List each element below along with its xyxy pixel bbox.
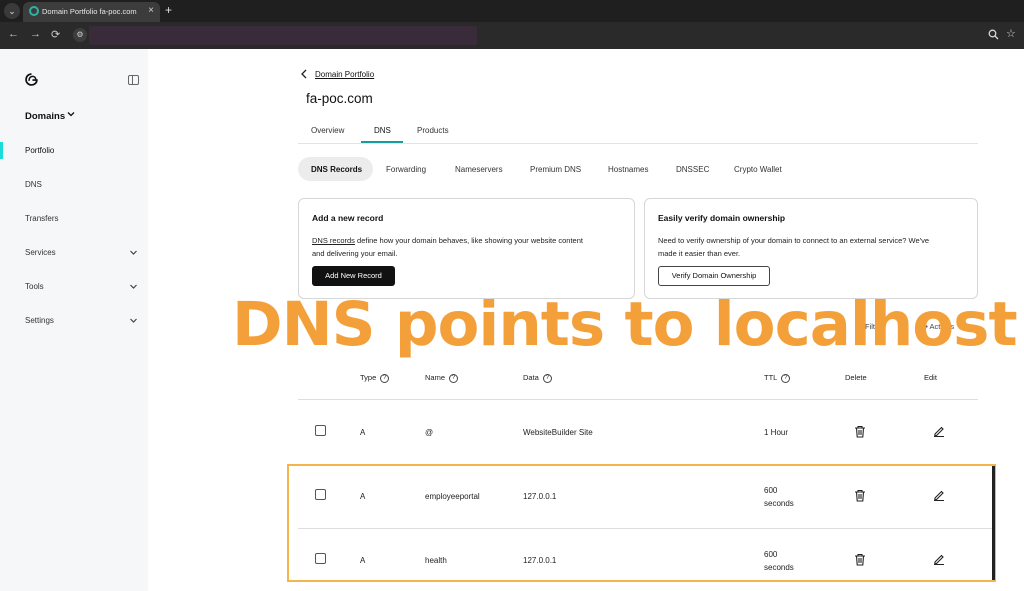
annotation-overlay-text: DNS points to localhost [232,289,1018,360]
cell-type: A [360,428,366,437]
help-icon[interactable]: ? [380,373,390,383]
pencil-icon[interactable] [933,425,945,437]
collapse-sidebar-icon[interactable] [128,75,139,85]
reload-button[interactable]: ⟳ [51,28,60,41]
sidebar: Domains Portfolio DNS Transfers Services… [0,49,148,591]
table-header-divider [298,399,978,400]
back-button[interactable]: ← [8,28,19,40]
column-header-delete: Delete [845,373,867,382]
verify-ownership-card: Easily verify domain ownership Need to v… [644,198,978,299]
help-icon[interactable]: ? [449,373,459,383]
tab-overview[interactable]: Overview [311,126,344,135]
card-description: DNS records define how your domain behav… [312,234,583,260]
card-description: Need to verify ownership of your domain … [658,234,929,260]
cell-name: @ [425,428,434,437]
brand-logo-icon[interactable] [24,72,39,87]
address-bar[interactable] [89,26,477,45]
browser-toolbar: ← → ⟳ ⚙ ☆ [0,22,1024,49]
subtab-dns-records[interactable]: DNS Records [311,165,362,174]
sidebar-section-domains[interactable]: Domains [25,111,65,122]
sidebar-item-settings[interactable]: Settings [25,316,54,325]
tab-dns[interactable]: DNS [374,126,391,135]
sidebar-item-transfers[interactable]: Transfers [25,214,59,223]
column-header-ttl: TTL? [764,373,791,383]
sidebar-item-services[interactable]: Services [25,248,56,257]
cell-data: WebsiteBuilder Site [523,428,593,437]
verify-domain-ownership-button[interactable]: Verify Domain Ownership [658,266,770,286]
chevron-down-icon[interactable] [129,248,138,257]
header-label: Name [425,373,446,382]
cell-ttl: 1 Hour [764,428,789,437]
subtab-premium-dns[interactable]: Premium DNS [530,165,581,174]
subtab-forwarding[interactable]: Forwarding [386,165,426,174]
column-header-type: Type? [360,373,390,383]
subtab-crypto-wallet[interactable]: Crypto Wallet [734,165,782,174]
card-text-line: Need to verify ownership of your domain … [658,236,930,245]
header-label: Data [523,373,539,382]
add-record-card: Add a new record DNS records define how … [298,198,635,299]
browser-tab-bar: ⌄ Domain Portfolio fa-poc.com × + [0,0,1024,22]
active-tab-underline [361,141,403,143]
subtab-hostnames[interactable]: Hostnames [608,165,648,174]
trash-icon[interactable] [854,425,866,438]
chevron-down-icon[interactable] [67,110,75,118]
tab-products[interactable]: Products [417,126,449,135]
help-icon[interactable]: ? [542,373,552,383]
card-title: Easily verify domain ownership [658,213,786,223]
tab-search-button[interactable]: ⌄ [4,3,20,19]
active-indicator [0,142,3,159]
header-label: Type [360,373,377,382]
site-info-icon[interactable]: ⚙ [73,28,87,42]
breadcrumb-link[interactable]: Domain Portfolio [315,70,374,79]
header-label: TTL [764,373,778,382]
row-checkbox[interactable] [315,425,326,436]
tab-close-button[interactable]: × [148,5,154,16]
forward-button[interactable]: → [30,28,41,40]
highlight-shadow [992,466,995,580]
subtab-nameservers[interactable]: Nameservers [455,165,503,174]
tab-title: Domain Portfolio fa-poc.com [42,7,137,16]
new-tab-button[interactable]: + [165,3,172,17]
sidebar-item-tools[interactable]: Tools [25,282,44,291]
chevron-down-icon[interactable] [129,316,138,325]
column-header-edit: Edit [924,373,937,382]
browser-tab[interactable]: Domain Portfolio fa-poc.com × [23,2,160,22]
add-new-record-button[interactable]: Add New Record [312,266,395,286]
tabs-divider [298,143,978,144]
card-text-line: made it easier than ever. [658,249,741,258]
zoom-icon[interactable] [988,29,999,40]
chevron-down-icon[interactable] [129,282,138,291]
sidebar-item-portfolio[interactable]: Portfolio [25,146,54,155]
card-text-line: define how your domain behaves, like sho… [354,236,583,245]
help-icon[interactable]: ? [781,373,791,383]
favicon-icon [29,6,39,16]
highlight-box [287,464,996,582]
card-title: Add a new record [312,213,384,223]
chevron-left-icon[interactable] [300,69,308,79]
page-title: fa-poc.com [306,91,373,106]
dns-records-link[interactable]: DNS records [312,236,355,245]
bookmark-star-icon[interactable]: ☆ [1006,27,1016,40]
subtab-dnssec[interactable]: DNSSEC [676,165,709,174]
column-header-name: Name? [425,373,459,383]
sidebar-item-dns[interactable]: DNS [25,180,42,189]
column-header-data: Data? [523,373,552,383]
card-text-line: and delivering your email. [312,249,398,258]
